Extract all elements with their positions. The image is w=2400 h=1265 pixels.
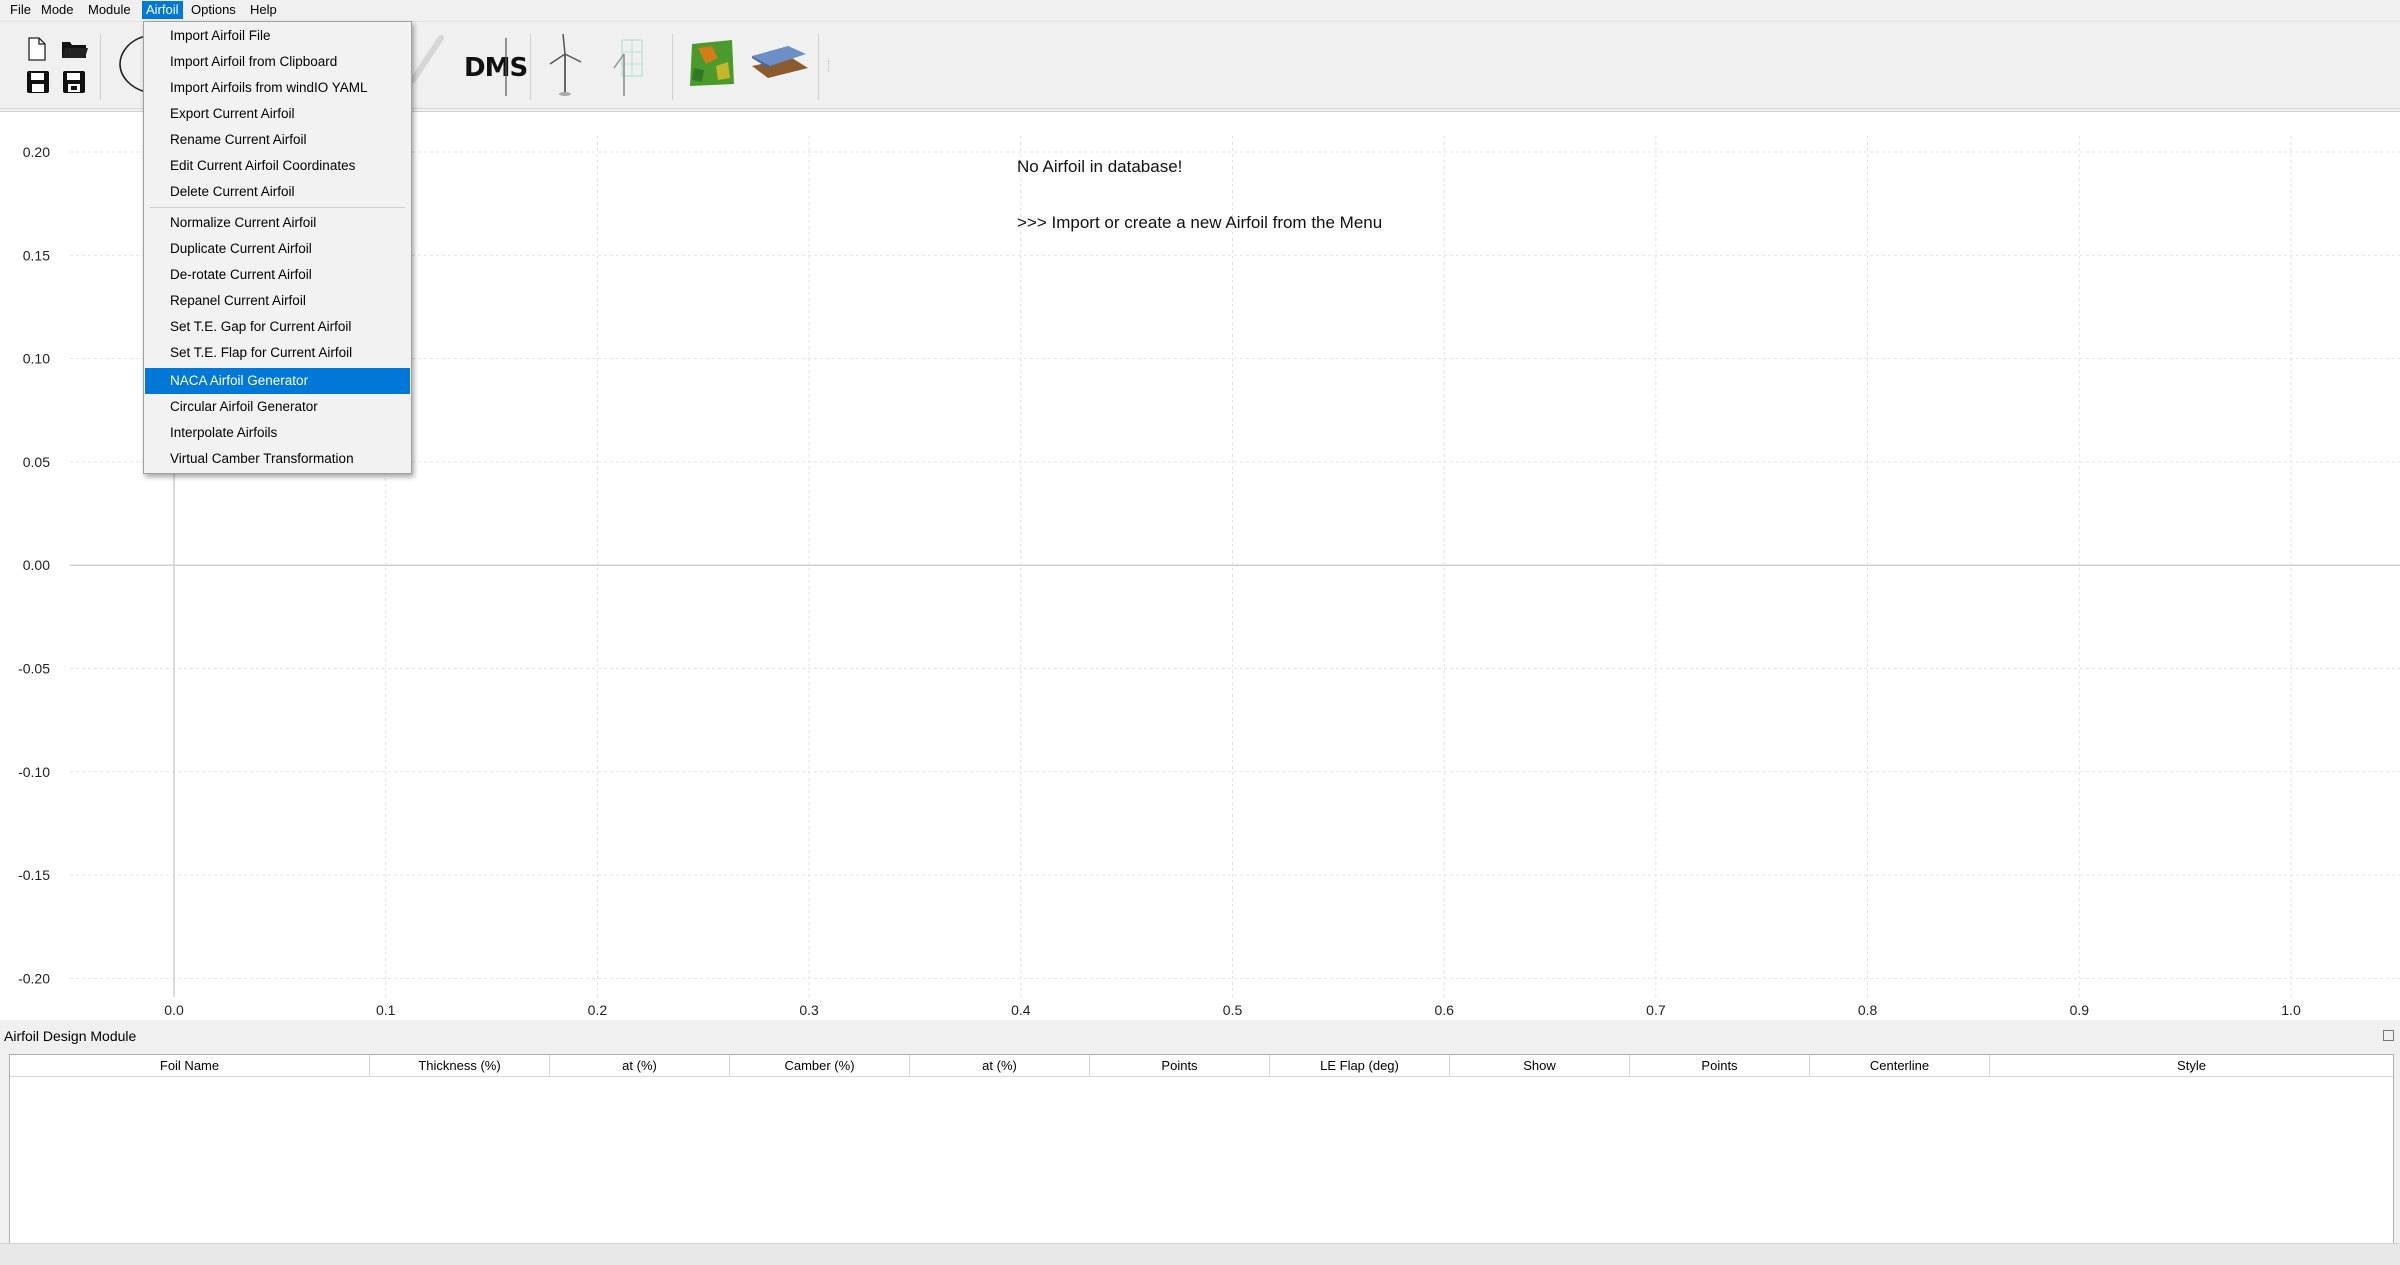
menu-item-circular-generator[interactable]: Circular Airfoil Generator xyxy=(145,394,410,420)
save-as-icon[interactable] xyxy=(62,70,86,97)
status-bar xyxy=(0,1243,2400,1265)
open-folder-icon[interactable] xyxy=(61,38,89,63)
menu-airfoil[interactable]: Airfoil xyxy=(142,1,183,19)
x-tick-label: 0.3 xyxy=(799,1002,819,1018)
column-show-points[interactable]: Points xyxy=(1630,1055,1810,1076)
wind-turbine-icon[interactable] xyxy=(548,32,582,101)
x-tick-label: 0.5 xyxy=(1223,1002,1243,1018)
menu-item-delete-airfoil[interactable]: Delete Current Airfoil xyxy=(145,179,410,205)
x-tick-label: 0.2 xyxy=(588,1002,608,1018)
menu-module[interactable]: Module xyxy=(84,1,135,19)
toolbar-handle xyxy=(828,60,831,72)
y-tick-label: -0.05 xyxy=(18,661,50,677)
airfoil-table[interactable]: Foil Name Thickness (%) at (%) Camber (%… xyxy=(9,1054,2394,1256)
dock-float-button[interactable] xyxy=(2383,1030,2394,1041)
menu-item-normalize-airfoil[interactable]: Normalize Current Airfoil xyxy=(145,210,410,236)
airfoil-menu-dropdown: Import Airfoil File Import Airfoil from … xyxy=(143,21,412,474)
x-tick-label: 0.1 xyxy=(376,1002,396,1018)
menu-bar: File Mode Module Airfoil Options Help xyxy=(0,0,2400,22)
column-camber[interactable]: Camber (%) xyxy=(730,1055,910,1076)
menu-item-edit-coordinates[interactable]: Edit Current Airfoil Coordinates xyxy=(145,153,410,179)
menu-separator xyxy=(150,207,405,208)
save-icon[interactable] xyxy=(26,70,50,97)
x-tick-label: 0.0 xyxy=(164,1002,184,1018)
menu-item-import-windio-yaml[interactable]: Import Airfoils from windIO YAML xyxy=(145,75,410,101)
menu-item-naca-generator[interactable]: NACA Airfoil Generator xyxy=(145,368,410,394)
column-points[interactable]: Points xyxy=(1090,1055,1270,1076)
menu-item-interpolate-airfoils[interactable]: Interpolate Airfoils xyxy=(145,420,410,446)
terrain-map-icon[interactable] xyxy=(688,38,736,91)
dock-title: Airfoil Design Module xyxy=(4,1028,137,1044)
x-tick-label: 0.6 xyxy=(1434,1002,1454,1018)
menu-mode[interactable]: Mode xyxy=(37,1,78,19)
menu-item-set-te-gap[interactable]: Set T.E. Gap for Current Airfoil xyxy=(145,314,410,340)
menu-item-set-te-flap[interactable]: Set T.E. Flap for Current Airfoil xyxy=(145,340,410,366)
turbine-mesh-icon[interactable] xyxy=(610,34,650,101)
y-tick-label: -0.20 xyxy=(18,970,50,986)
menu-file[interactable]: File xyxy=(6,1,35,19)
column-style[interactable]: Style xyxy=(1990,1055,2393,1076)
y-tick-label: 0.15 xyxy=(23,247,50,263)
column-thickness-at[interactable]: at (%) xyxy=(550,1055,730,1076)
x-tick-label: 0.9 xyxy=(2070,1002,2090,1018)
y-tick-label: -0.10 xyxy=(18,764,50,780)
menu-item-rename-airfoil[interactable]: Rename Current Airfoil xyxy=(145,127,410,153)
import-hint-message: >>> Import or create a new Airfoil from … xyxy=(1017,213,1383,232)
column-camber-at[interactable]: at (%) xyxy=(910,1055,1090,1076)
no-airfoil-message: No Airfoil in database! xyxy=(1017,157,1183,176)
table-header: Foil Name Thickness (%) at (%) Camber (%… xyxy=(10,1055,2393,1077)
menu-item-import-airfoil-file[interactable]: Import Airfoil File xyxy=(145,23,410,49)
menu-options[interactable]: Options xyxy=(187,1,240,19)
x-tick-label: 1.0 xyxy=(2281,1002,2301,1018)
x-tick-label: 0.8 xyxy=(1858,1002,1878,1018)
y-tick-label: 0.20 xyxy=(23,144,50,160)
y-tick-label: 0.10 xyxy=(23,351,50,367)
column-le-flap[interactable]: LE Flap (deg) xyxy=(1270,1055,1450,1076)
menu-item-import-from-clipboard[interactable]: Import Airfoil from Clipboard xyxy=(145,49,410,75)
dms-rotor-icon xyxy=(496,36,516,101)
menu-item-repanel-airfoil[interactable]: Repanel Current Airfoil xyxy=(145,288,410,314)
y-tick-label: 0.00 xyxy=(23,557,50,573)
new-file-icon[interactable] xyxy=(27,37,47,64)
menu-item-virtual-camber[interactable]: Virtual Camber Transformation xyxy=(145,446,410,472)
x-tick-label: 0.4 xyxy=(1011,1002,1031,1018)
airfoil-design-dock: Airfoil Design Module Foil Name Thicknes… xyxy=(0,1021,2400,1264)
y-tick-label: -0.15 xyxy=(18,867,50,883)
column-show[interactable]: Show xyxy=(1450,1055,1630,1076)
menu-item-derotate-airfoil[interactable]: De-rotate Current Airfoil xyxy=(145,262,410,288)
menu-item-export-airfoil[interactable]: Export Current Airfoil xyxy=(145,101,410,127)
column-centerline[interactable]: Centerline xyxy=(1810,1055,1990,1076)
column-foil-name[interactable]: Foil Name xyxy=(10,1055,370,1076)
layered-surface-icon[interactable] xyxy=(748,44,810,91)
x-tick-label: 0.7 xyxy=(1646,1002,1666,1018)
menu-item-duplicate-airfoil[interactable]: Duplicate Current Airfoil xyxy=(145,236,410,262)
y-tick-label: 0.05 xyxy=(23,454,50,470)
menu-help[interactable]: Help xyxy=(246,1,281,19)
column-thickness[interactable]: Thickness (%) xyxy=(370,1055,550,1076)
